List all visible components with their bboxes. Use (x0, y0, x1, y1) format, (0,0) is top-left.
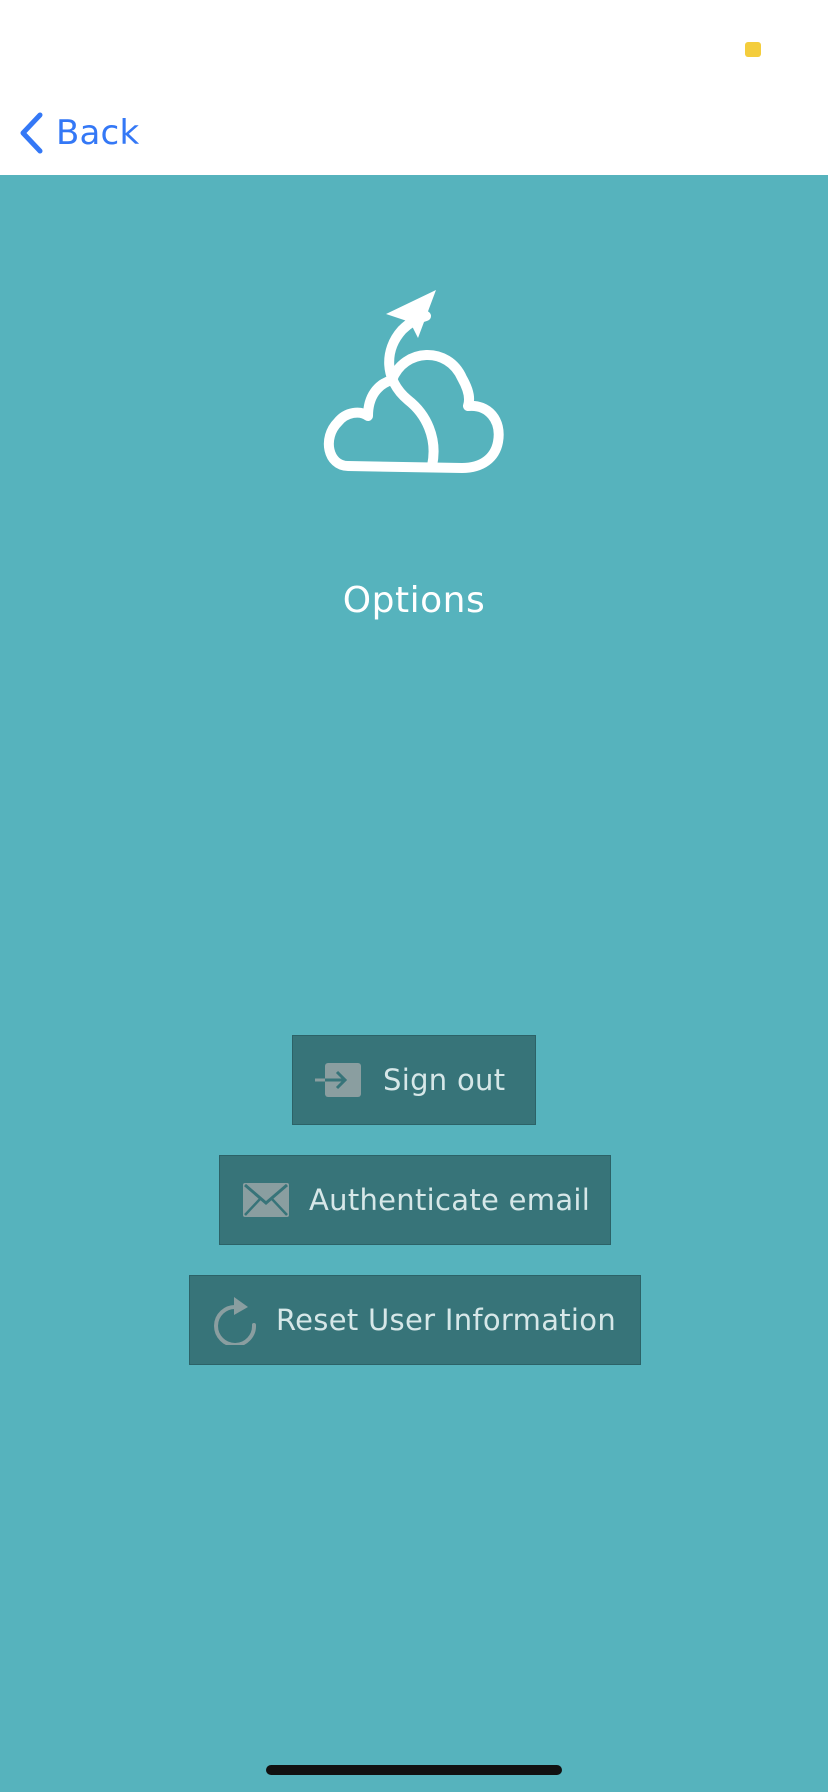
envelope-icon (243, 1183, 289, 1217)
battery-icon (745, 42, 761, 57)
navigation-bar: Back (0, 90, 828, 175)
cloud-paper-plane-logo (324, 290, 504, 473)
back-label: Back (56, 113, 140, 153)
chevron-left-icon (20, 112, 43, 154)
status-bar (0, 0, 828, 90)
top-bar: Back (0, 0, 828, 175)
authenticate-email-label: Authenticate email (309, 1183, 591, 1217)
reset-user-information-label: Reset User Information (276, 1303, 617, 1337)
sign-in-arrow-icon (315, 1063, 361, 1097)
sign-out-button[interactable]: Sign out (292, 1035, 536, 1125)
sign-out-label: Sign out (383, 1063, 506, 1097)
refresh-icon (214, 1297, 257, 1345)
back-button[interactable]: Back (18, 108, 139, 158)
home-indicator[interactable] (266, 1765, 562, 1775)
reset-user-information-button[interactable]: Reset User Information (189, 1275, 641, 1365)
page-title: Options (342, 580, 486, 621)
authenticate-email-button[interactable]: Authenticate email (219, 1155, 611, 1245)
